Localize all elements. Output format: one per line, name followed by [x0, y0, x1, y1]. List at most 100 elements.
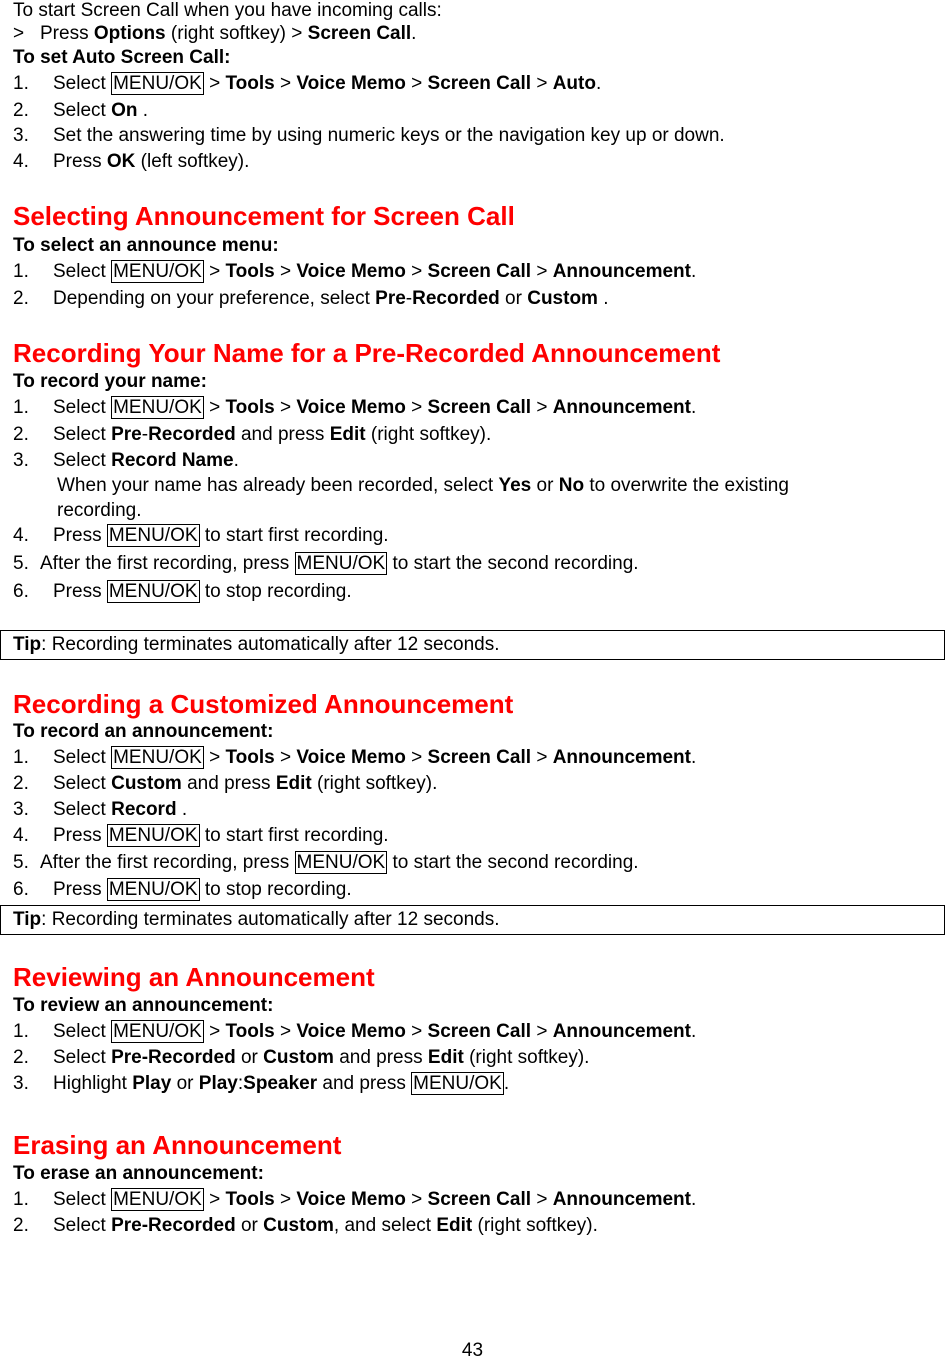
menu-ok-key: MENU/OK [106, 878, 200, 901]
text: Select [53, 799, 106, 820]
text: (right softkey). [317, 773, 438, 794]
option-label: Custom [111, 773, 182, 794]
text: . [233, 450, 239, 471]
step-number: 4. [13, 151, 29, 172]
text: to start the second recording. [392, 553, 639, 574]
text: Select [53, 1047, 106, 1068]
list-item: 2. Select On . [13, 100, 148, 122]
separator: > [209, 261, 221, 282]
text: . [690, 1189, 697, 1210]
prefix-marker: > [13, 23, 25, 44]
intro-options-line: > Press Options (right softkey) > Screen … [13, 23, 416, 49]
text: Select [53, 424, 106, 445]
list-item: 1. Select MENU/OK > Tools > Voice Memo > … [13, 260, 697, 283]
option-label: Record Name [111, 450, 234, 471]
text: (right softkey). [370, 424, 492, 445]
step-number: 3. [13, 799, 29, 820]
step-number: 1. [13, 1189, 29, 1210]
text: Select [53, 747, 106, 768]
step-number: 1. [13, 747, 29, 768]
text: When your name has already been recorded… [57, 475, 494, 496]
text: Select [53, 73, 106, 94]
separator: > [411, 1021, 423, 1042]
option-label: Custom [263, 1047, 334, 1068]
menu-ok-key: MENU/OK [294, 552, 388, 575]
text: Depending on your preference, select [53, 288, 370, 309]
text: . [690, 261, 697, 282]
options-label: Options [93, 23, 166, 44]
text: and press [322, 1073, 406, 1094]
menu-ok-key: MENU/OK [111, 1020, 204, 1043]
menu-path-item: Screen Call [427, 747, 532, 768]
list-item: 5. After the first recording, press MENU/… [13, 851, 639, 874]
text: or [536, 475, 554, 496]
menu-ok-key: MENU/OK [106, 580, 200, 603]
text: : Recording terminates automatically aft… [41, 634, 500, 655]
text: After the first recording, press [40, 852, 290, 873]
step-number: 6. [13, 879, 29, 900]
option-label: Pre [375, 288, 406, 309]
step-number: 2. [13, 288, 29, 309]
menu-ok-key: MENU/OK [106, 524, 200, 547]
section-title: Selecting Announcement for Screen Call [13, 201, 515, 231]
tip-box: Tip: Recording terminates automatically … [0, 905, 945, 935]
separator: > [209, 397, 221, 418]
text: Select [53, 1021, 106, 1042]
menu-path-item: Announcement [552, 397, 691, 418]
section-subheading: To record your name: [13, 371, 207, 392]
text: Select [53, 450, 106, 471]
menu-path-item: Voice Memo [296, 261, 406, 282]
separator: > [411, 397, 423, 418]
menu-ok-key: MENU/OK [106, 824, 200, 847]
separator: > [536, 1189, 548, 1210]
step-number: 5. [13, 553, 29, 574]
menu-path-item: Voice Memo [296, 1189, 406, 1210]
text: Press [40, 23, 89, 44]
list-item: 2. Select Pre-Recorded or Custom, and sel… [13, 1215, 598, 1237]
option-label: Speaker [243, 1073, 318, 1094]
option-label: Play [198, 1073, 238, 1094]
menu-path-item: Voice Memo [296, 747, 406, 768]
text: Press [53, 879, 102, 900]
text: . [411, 23, 417, 44]
separator: > [280, 261, 292, 282]
text: or [505, 288, 522, 309]
edit-label: Edit [275, 773, 312, 794]
separator: > [209, 1189, 221, 1210]
menu-path-item: Announcement [552, 1189, 691, 1210]
text: . [597, 288, 609, 309]
ok-label: OK [106, 151, 136, 172]
list-item: 2. Depending on your preference, select P… [13, 288, 609, 310]
text: or [240, 1215, 258, 1236]
section-title: Reviewing an Announcement [13, 962, 375, 992]
list-item: 6. Press MENU/OK to stop recording. [13, 580, 352, 603]
step-number: 2. [13, 1215, 29, 1236]
intro-line: To start Screen Call when you have incom… [13, 0, 442, 21]
edit-label: Edit [427, 1047, 464, 1068]
list-item: 1. Select MENU/OK > Tools > Voice Memo > … [13, 746, 696, 769]
text: and press [240, 424, 325, 445]
text: Press [53, 151, 102, 172]
menu-path-item: Voice Memo [296, 1021, 406, 1042]
menu-ok-key: MENU/OK [294, 851, 388, 874]
separator: > [209, 73, 221, 94]
step-number: 3. [13, 450, 29, 471]
section-title: Recording Your Name for a Pre-Recorded A… [13, 338, 721, 368]
list-item: 4. Press MENU/OK to start first recording… [13, 524, 389, 547]
tip-label: Tip [13, 634, 42, 655]
text: to start the second recording. [392, 852, 639, 873]
edit-label: Edit [436, 1215, 473, 1236]
step-number: 1. [13, 261, 29, 282]
separator: > [411, 73, 423, 94]
option-label: Record [111, 799, 177, 820]
screen-call-label: Screen Call [307, 23, 412, 44]
text: Select [53, 397, 106, 418]
text: : Recording terminates automatically aft… [41, 909, 500, 930]
menu-path-item: Screen Call [427, 1021, 532, 1042]
text: to overwrite the existing [589, 475, 789, 496]
menu-path-item: Announcement [552, 747, 691, 768]
list-item: 3. Set the answering time by using numeri… [13, 125, 725, 147]
text: and press [187, 773, 271, 794]
separator: > [280, 747, 292, 768]
menu-path-item: Screen Call [427, 73, 532, 94]
